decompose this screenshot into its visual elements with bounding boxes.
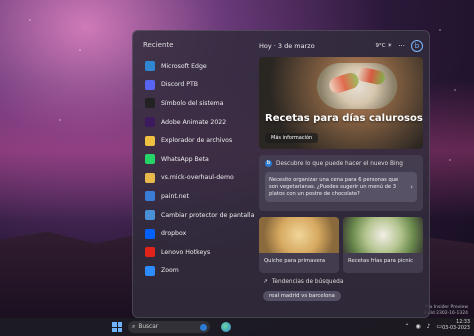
- date-label: Hoy · 3 de marzo: [259, 42, 315, 50]
- recipe-caption: Recetas frías para picnic: [348, 258, 414, 264]
- recent-item[interactable]: WhatsApp Beta: [141, 150, 245, 169]
- recent-item-label: paint.net: [161, 192, 189, 200]
- feed-pane: Hoy · 3 de marzo 9°C ☀ ··· b Recetas par…: [255, 31, 429, 317]
- zoom-icon: [145, 265, 155, 276]
- system-tray-icons[interactable]: ⌃ ◉ ♪ ▭: [405, 323, 444, 330]
- build-watermark: Pro Insider Preview Build 2302-16-1324: [423, 305, 468, 316]
- watermark-line1: Pro Insider Preview: [425, 305, 468, 310]
- monitor-icon: [145, 210, 155, 221]
- edge-icon: [145, 61, 155, 72]
- terminal-icon: [145, 98, 155, 109]
- bing-icon[interactable]: b: [411, 40, 423, 52]
- recent-item[interactable]: Microsoft Edge: [141, 57, 245, 76]
- trends-heading: Tendencias de búsqueda: [271, 279, 344, 285]
- recent-item[interactable]: Explorador de archivos: [141, 131, 245, 150]
- animate-icon: [145, 117, 155, 128]
- recent-heading: Reciente: [143, 41, 174, 49]
- clock-date: 03-03-2023: [442, 326, 470, 331]
- recent-item-label: vs.mick-overhaul-demo: [161, 174, 234, 182]
- recent-item-label: dropbox: [161, 230, 187, 238]
- clock[interactable]: 12:33 03-03-2023: [442, 320, 470, 332]
- hero-title: Recetas para días calurosos: [265, 113, 423, 124]
- folder-icon: [145, 135, 155, 146]
- bing-query-text: Necesito organizar una cena para 6 perso…: [269, 176, 399, 197]
- taskbar-search-box[interactable]: ⌕ Buscar: [128, 321, 210, 333]
- search-trends: ↗ Tendencias de búsqueda real madrid vs …: [259, 279, 423, 301]
- recent-item-label: Explorador de archivos: [161, 137, 233, 145]
- trend-chip[interactable]: real madrid vs barcelona: [263, 291, 341, 301]
- recent-list: Reciente Microsoft Edge Discord PTB Símbol…: [133, 31, 254, 317]
- recipe-card-quiche[interactable]: Quiche para primavera: [259, 217, 339, 273]
- bing-card-heading: Descubre lo que puede hacer el nuevo Bin…: [276, 160, 403, 167]
- recent-item-label: Cambiar protector de pantalla: [161, 211, 255, 219]
- recent-item[interactable]: Adobe Animate 2022: [141, 113, 245, 132]
- search-icon: ⌕: [132, 323, 136, 330]
- edge-taskbar-icon[interactable]: [221, 322, 231, 332]
- recent-item-label: Adobe Animate 2022: [161, 118, 227, 126]
- trending-icon: ↗: [263, 279, 268, 285]
- taskbar: ⌕ Buscar ⌃ ◉ ♪ ▭ 12:33 03-03-2023: [0, 318, 474, 336]
- recent-item-label: Símbolo del sistema: [161, 99, 224, 107]
- whatsapp-icon: [145, 154, 155, 165]
- trends-header: ↗ Tendencias de búsqueda: [263, 279, 423, 285]
- chevron-right-icon: ›: [410, 183, 413, 191]
- recent-item-label: Lenovo Hotkeys: [161, 248, 211, 256]
- bing-query-suggestion[interactable]: Necesito organizar una cena para 6 perso…: [265, 172, 417, 202]
- bing-card-header: b Descubre lo que puede hacer el nuevo B…: [265, 160, 417, 167]
- recent-item[interactable]: Cambiar protector de pantalla: [141, 206, 254, 225]
- recipe-card-picnic[interactable]: Recetas frías para picnic: [343, 217, 423, 273]
- paintnet-icon: [145, 191, 155, 202]
- recent-item-label: Microsoft Edge: [161, 62, 207, 70]
- recipe-caption: Quiche para primavera: [264, 258, 326, 264]
- recent-item-label: Zoom: [161, 267, 179, 275]
- recent-item[interactable]: Símbolo del sistema: [141, 94, 245, 113]
- picnic-food-image: [343, 217, 423, 253]
- recent-item-label: WhatsApp Beta: [161, 155, 209, 163]
- search-placeholder: Buscar: [138, 324, 159, 330]
- weather-badge[interactable]: 9°C ☀: [376, 43, 393, 49]
- dropbox-icon: [145, 228, 155, 239]
- recent-item[interactable]: paint.net: [141, 187, 245, 206]
- feed-topbar: Hoy · 3 de marzo 9°C ☀ ··· b: [259, 39, 423, 53]
- recipe-cards: Quiche para primavera Recetas frías para…: [259, 217, 423, 273]
- recent-item-label: Discord PTB: [161, 81, 198, 89]
- watermark-line2: Build 2302-16-1324: [423, 310, 468, 316]
- start-panel: Reciente Microsoft Edge Discord PTB Símbol…: [132, 30, 430, 318]
- recent-item[interactable]: Zoom: [141, 262, 245, 281]
- trend-chips: real madrid vs barcelona: [263, 291, 423, 301]
- lenovo-icon: [145, 247, 155, 258]
- discord-icon: [145, 79, 155, 90]
- bing-card: b Descubre lo que puede hacer el nuevo B…: [259, 155, 423, 211]
- bing-logo-icon: b: [265, 160, 272, 167]
- recent-item[interactable]: dropbox: [141, 224, 245, 243]
- quiche-image: [259, 217, 339, 253]
- bing-mini-icon: [200, 323, 207, 331]
- windows-start-icon[interactable]: [112, 322, 122, 332]
- hero-card[interactable]: Recetas para días calurosos Más informac…: [259, 57, 423, 149]
- recent-item[interactable]: vs.mick-overhaul-demo: [141, 169, 245, 188]
- recent-item[interactable]: Lenovo Hotkeys: [141, 243, 245, 262]
- more-options-icon[interactable]: ···: [398, 42, 405, 50]
- folder-icon: [145, 172, 155, 183]
- recent-item[interactable]: Discord PTB: [141, 76, 245, 95]
- learn-more-button[interactable]: Más información: [265, 133, 319, 143]
